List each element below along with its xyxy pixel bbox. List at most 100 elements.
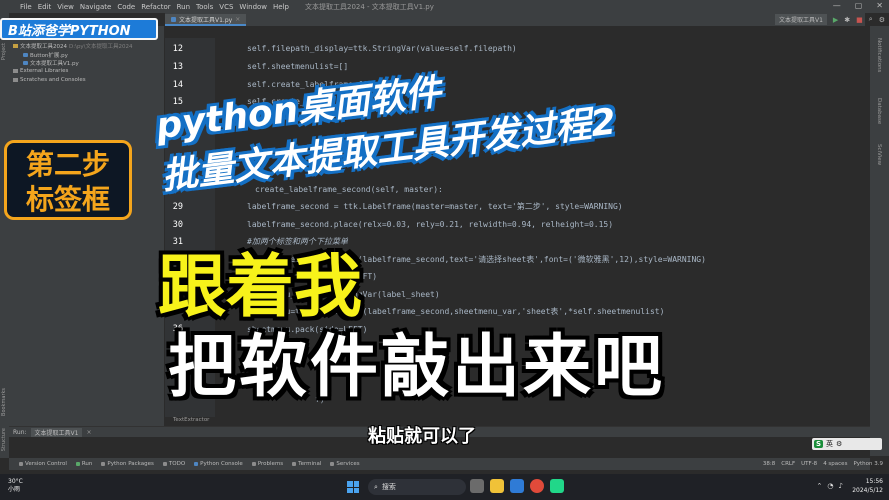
chevron-up-icon[interactable]: ⌃ (817, 482, 823, 490)
start-button[interactable] (347, 481, 359, 493)
stop-icon[interactable]: ■ (856, 16, 863, 24)
tree-row-button-ext[interactable]: Button扩展.py (23, 51, 68, 59)
minimize-button[interactable]: — (833, 1, 841, 10)
tool-run[interactable]: Run (75, 461, 92, 467)
edge-icon[interactable] (510, 479, 524, 493)
run-icon (75, 462, 80, 466)
code-line-30[interactable]: labelframe_second.place(relx=0.03, rely=… (215, 216, 870, 234)
tool-services[interactable]: Services (330, 461, 360, 467)
network-icon[interactable]: ◔ (827, 482, 833, 490)
tool-label: Problems (257, 461, 284, 467)
bookmarks-tool-label[interactable]: Bookmarks (1, 388, 7, 416)
chrome-icon[interactable] (530, 479, 544, 493)
file-explorer-icon[interactable] (490, 479, 504, 493)
breadcrumb[interactable]: TextExtractor (165, 417, 870, 426)
indent-setting[interactable]: 4 spaces (823, 461, 847, 467)
project-panel: 文本提取工具2024 D:\py\文本提取工具2024 Button扩展.py … (9, 26, 164, 436)
step-label-box: 第二步 标签框 (4, 140, 132, 220)
menu-run[interactable]: Run (177, 3, 190, 11)
run-panel-label: Run: (13, 428, 27, 436)
code-line-12[interactable]: self.filepath_display=ttk.StringVar(valu… (215, 40, 870, 58)
tool-label: Python Packages (107, 461, 154, 467)
clock-time: 15:56 (865, 478, 883, 485)
run-config-select[interactable]: 文本提取工具V1 (774, 14, 827, 25)
menu-help[interactable]: Help (273, 3, 289, 11)
line-number: 14 (172, 80, 183, 90)
tool-label: Python Console (200, 461, 243, 467)
folder-icon (13, 44, 18, 48)
tool-label: Version Control (25, 461, 67, 467)
tool-label: Services (336, 461, 360, 467)
menu-window[interactable]: Window (239, 3, 267, 11)
tree-row-external-libraries[interactable]: External Libraries (13, 68, 68, 74)
problems-icon (251, 462, 256, 466)
interpreter[interactable]: Python 3.9 (853, 461, 883, 467)
menu-view[interactable]: View (57, 3, 74, 11)
python-console-icon (194, 462, 199, 466)
task-view-icon[interactable] (470, 479, 484, 493)
debug-icon[interactable]: ✱ (844, 16, 850, 24)
tree-row-main-file[interactable]: 文本提取工具V1.py (23, 59, 79, 67)
menu-navigate[interactable]: Navigate (80, 3, 111, 11)
tree-row-scratches[interactable]: Scratches and Consoles (13, 77, 86, 83)
weather-temp: 30°C (8, 478, 23, 485)
scratch-icon (13, 78, 18, 82)
overlay-type-out-text: 把软件敲出来吧 (168, 328, 666, 407)
pycharm-icon[interactable] (550, 479, 564, 493)
input-method-bar[interactable]: S 英 ⚙ (812, 438, 882, 450)
editor-tab-main[interactable]: 文本提取工具V1.py × (165, 14, 247, 26)
terminal-icon (292, 462, 297, 466)
code-line-13[interactable]: self.sheetmenulist=[] (215, 58, 870, 76)
maximize-button[interactable]: ▢ (855, 1, 863, 10)
left-tool-strip: Project Bookmarks Structure (0, 13, 9, 458)
tool-todo[interactable]: TODO (162, 461, 185, 467)
code-line-29[interactable]: labelframe_second = ttk.Labelframe(maste… (215, 198, 870, 216)
tool-label: Terminal (298, 461, 322, 467)
notifications-tool-label[interactable]: Notifications (876, 38, 882, 72)
tree-row-project-root[interactable]: 文本提取工具2024 D:\py\文本提取工具2024 (13, 42, 133, 50)
tree-row-label: Button扩展.py (30, 53, 68, 59)
windows-taskbar: 30°C 小雨 ⌕ 搜索 ⌃ ◔ ♪ 15:56 2024/5/12 (0, 474, 889, 500)
ime-language[interactable]: 英 (826, 439, 833, 449)
tool-terminal[interactable]: Terminal (292, 461, 321, 467)
search-icon[interactable]: ⌕ (869, 15, 873, 24)
weather-widget[interactable]: 30°C 小雨 (8, 478, 23, 494)
clock[interactable]: 15:56 2024/5/12 (852, 477, 883, 495)
run-toolbar: 文本提取工具V1 ▶ ✱ ■ ⌕ ⚙ (774, 13, 889, 26)
menu-refactor[interactable]: Refactor (141, 3, 170, 11)
todo-icon (162, 462, 167, 466)
tool-python-packages[interactable]: Python Packages (101, 461, 154, 467)
menu-tools[interactable]: Tools (196, 3, 213, 11)
tool-problems[interactable]: Problems (251, 461, 284, 467)
line-separator[interactable]: CRLF (781, 461, 795, 467)
tool-python-console[interactable]: Python Console (194, 461, 243, 467)
volume-icon[interactable]: ♪ (839, 482, 843, 490)
version-control-icon (19, 462, 23, 466)
search-icon: ⌕ (374, 482, 378, 491)
taskbar-apps (470, 479, 564, 493)
caret-position[interactable]: 38:8 (763, 461, 775, 467)
settings-icon[interactable]: ⚙ (879, 16, 885, 24)
window-title: 文本提取工具2024 - 文本提取工具V1.py (305, 2, 434, 11)
python-file-icon (171, 16, 176, 22)
ime-settings-icon[interactable]: ⚙ (836, 440, 842, 448)
windows-logo-icon (347, 481, 353, 487)
structure-tool-label[interactable]: Structure (1, 428, 7, 451)
sciview-tool-label[interactable]: SciView (876, 144, 882, 165)
project-tool-label[interactable]: Project (1, 43, 7, 60)
database-tool-label[interactable]: Database (876, 98, 882, 124)
file-encoding[interactable]: UTF-8 (801, 461, 817, 467)
close-window-button[interactable]: ✕ (876, 1, 883, 10)
taskbar-search[interactable]: ⌕ 搜索 (368, 479, 466, 495)
run-panel-tab[interactable]: 文本提取工具V1 (30, 427, 83, 437)
code-line-28[interactable]: create_labelframe_second(self, master): (215, 181, 870, 199)
menu-file[interactable]: File (20, 3, 32, 11)
menu-vcs[interactable]: VCS (219, 3, 233, 11)
menu-edit[interactable]: Edit (38, 3, 52, 11)
run-icon[interactable]: ▶ (833, 16, 838, 24)
close-icon[interactable]: × (86, 429, 91, 436)
editor-tab-bar: 文本提取工具V1.py × (165, 13, 865, 26)
close-icon[interactable]: × (235, 16, 240, 23)
tool-version-control[interactable]: Version Control (19, 461, 67, 467)
menu-code[interactable]: Code (117, 3, 135, 11)
